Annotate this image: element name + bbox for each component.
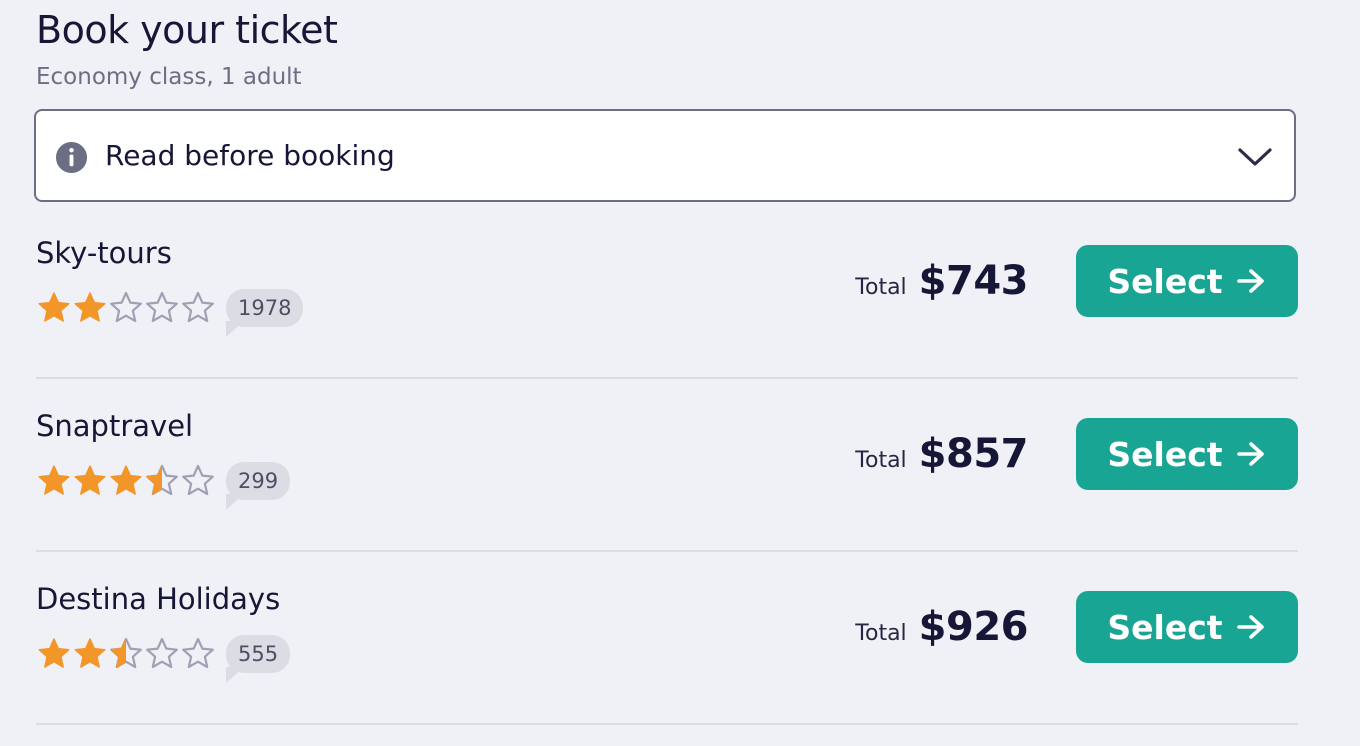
price-value: $926: [918, 604, 1029, 650]
arrow-right-icon: [1236, 442, 1264, 466]
row-divider: [36, 723, 1298, 725]
star-half-icon: [110, 637, 142, 669]
offer-row: Sky-tours 1978 Total $743 Select: [36, 206, 1298, 379]
star-filled-icon: [74, 638, 106, 668]
star-rating: [36, 290, 216, 326]
star-half-icon: [146, 464, 178, 496]
total-label: Total: [855, 448, 907, 473]
info-icon: [55, 141, 88, 174]
star-empty-icon: [110, 291, 142, 323]
star-rating: [36, 463, 216, 499]
page-title: Book your ticket: [36, 8, 338, 52]
star-filled-icon: [38, 292, 70, 322]
star-empty-icon: [182, 464, 214, 496]
star-empty-icon: [146, 291, 178, 323]
total-label: Total: [855, 621, 907, 646]
total-label: Total: [855, 275, 907, 300]
offer-row: Snaptravel 299 Total $857 Select: [36, 379, 1298, 552]
select-button[interactable]: Select: [1076, 245, 1298, 317]
chevron-down-icon[interactable]: [1236, 142, 1274, 172]
star-filled-icon: [38, 638, 70, 668]
offer-row: Destina Holidays 555 Total $926 Select: [36, 552, 1298, 725]
price-value: $743: [918, 258, 1029, 304]
price-group: Total $743: [855, 258, 1028, 304]
booking-page: Book your ticket Economy class, 1 adult …: [0, 0, 1360, 746]
notice-label: Read before booking: [105, 139, 395, 172]
read-before-booking-dropdown[interactable]: Read before booking: [34, 109, 1296, 202]
star-empty-icon: [146, 637, 178, 669]
star-rating: [36, 636, 216, 672]
price-group: Total $926: [855, 604, 1028, 650]
page-subtitle: Economy class, 1 adult: [36, 64, 302, 90]
review-count-badge: 1978: [226, 289, 304, 337]
price-group: Total $857: [855, 431, 1028, 477]
star-filled-icon: [110, 465, 142, 495]
arrow-right-icon: [1236, 269, 1264, 293]
price-value: $857: [918, 431, 1029, 477]
select-button[interactable]: Select: [1076, 418, 1298, 490]
select-button-label: Select: [1107, 261, 1223, 301]
arrow-right-icon: [1236, 615, 1264, 639]
star-empty-icon: [182, 637, 214, 669]
agency-name: Sky-tours: [36, 236, 172, 270]
select-button-label: Select: [1107, 607, 1223, 647]
select-button[interactable]: Select: [1076, 591, 1298, 663]
agency-name: Snaptravel: [36, 409, 194, 443]
review-count-badge: 299: [226, 462, 291, 510]
star-empty-icon: [182, 291, 214, 323]
select-button-label: Select: [1107, 434, 1223, 474]
review-count-badge: 555: [226, 635, 291, 683]
agency-name: Destina Holidays: [36, 582, 281, 616]
star-filled-icon: [74, 292, 106, 322]
star-filled-icon: [74, 465, 106, 495]
star-filled-icon: [38, 465, 70, 495]
